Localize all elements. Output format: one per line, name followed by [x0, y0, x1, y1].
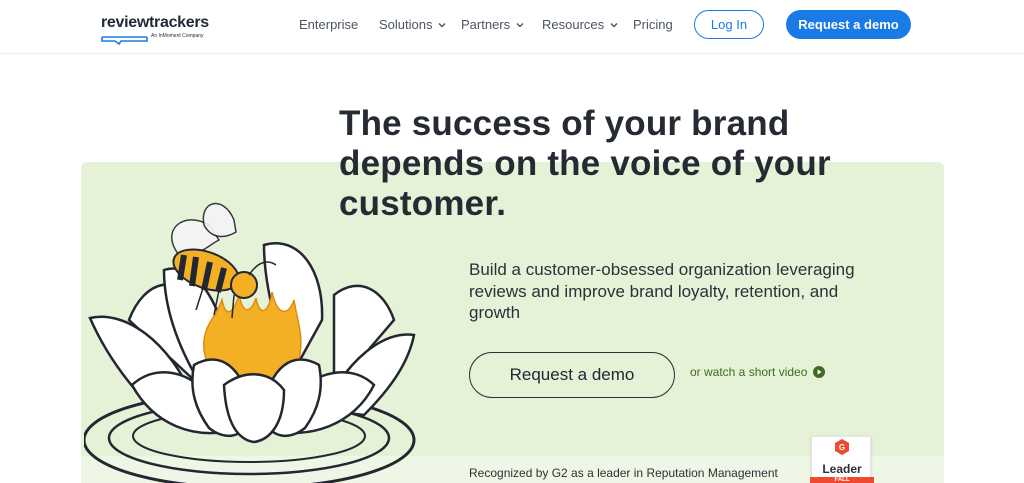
- play-circle-icon: [813, 366, 826, 378]
- chevron-down-icon: [610, 22, 618, 27]
- watch-video-label: or watch a short video: [690, 365, 808, 379]
- g2-badge-title: Leader: [822, 462, 862, 476]
- hero-subhead: Build a customer-obsessed organization l…: [469, 260, 855, 322]
- nav-resources-label: Resources: [542, 17, 605, 32]
- request-demo-nav-button[interactable]: Request a demo: [786, 10, 911, 39]
- nav-resources[interactable]: Resources: [542, 17, 619, 32]
- nav-solutions-label: Solutions: [379, 17, 433, 32]
- logo-subtext: An InMoment Company: [151, 33, 204, 39]
- logo-wordmark: reviewtrackers: [101, 14, 209, 31]
- request-demo-hero-button[interactable]: Request a demo: [469, 352, 675, 398]
- g2-badge-season: FALL: [834, 477, 850, 483]
- recognition-text: Recognized by G2 as a leader in Reputati…: [469, 466, 778, 480]
- hero-headline: The success of your brand depends on the…: [339, 104, 831, 223]
- nav-partners-label: Partners: [461, 17, 511, 32]
- nav-enterprise-label: Enterprise: [299, 17, 359, 32]
- top-navigation: reviewtrackers An InMoment Company Enter…: [0, 0, 1024, 54]
- nav-solutions[interactable]: Solutions: [379, 17, 447, 32]
- g2-leader-badge[interactable]: G Leader FALL: [810, 436, 874, 483]
- nav-partners[interactable]: Partners: [461, 17, 525, 32]
- g2-logo-icon: G: [835, 439, 849, 455]
- nav-pricing-label: Pricing: [633, 17, 673, 32]
- chevron-down-icon: [516, 22, 524, 27]
- bee-lotus-illustration: [84, 202, 416, 483]
- svg-text:G: G: [839, 443, 845, 452]
- logo-speech-bubble-icon: [101, 36, 148, 45]
- reviewtrackers-logo[interactable]: reviewtrackers An InMoment Company: [101, 14, 211, 45]
- chevron-down-icon: [438, 22, 446, 27]
- nav-pricing[interactable]: Pricing: [633, 17, 673, 32]
- watch-video-link[interactable]: or watch a short video: [690, 365, 826, 379]
- login-button[interactable]: Log In: [694, 10, 764, 39]
- nav-enterprise[interactable]: Enterprise: [299, 17, 358, 32]
